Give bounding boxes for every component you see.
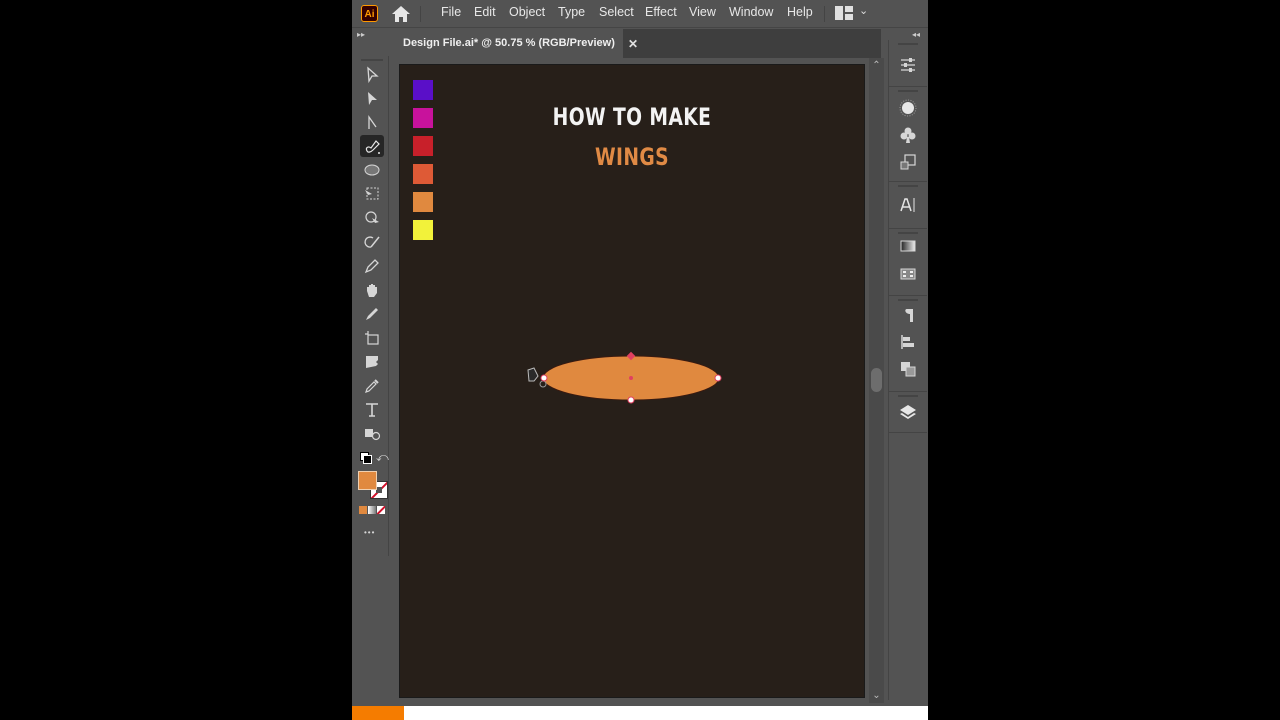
- swatch-yellow[interactable]: [413, 220, 433, 240]
- pen-cursor-icon: [527, 367, 539, 382]
- panel-group: [889, 182, 927, 229]
- panel-group: [889, 296, 927, 392]
- swap-colors-icon[interactable]: ⤺: [376, 450, 389, 465]
- gradient-tool-icon[interactable]: [360, 351, 384, 373]
- swatch-purple[interactable]: [413, 80, 433, 100]
- artboard[interactable]: HOW TO MAKE WINGS: [399, 64, 865, 698]
- eyedropper-tool-icon[interactable]: [360, 375, 384, 397]
- menu-effect[interactable]: Effect: [645, 5, 677, 19]
- scrollbar-thumb[interactable]: [871, 368, 882, 392]
- swatch-orange[interactable]: [413, 192, 433, 212]
- panel-group: [889, 229, 927, 296]
- panel-group: [889, 87, 927, 182]
- illustrator-logo-icon: Ai: [361, 5, 378, 22]
- shape-builder-tool-icon[interactable]: [360, 207, 384, 229]
- hand-tool-icon[interactable]: [360, 279, 384, 301]
- color-mode-button[interactable]: [359, 506, 367, 514]
- direct-selection-tool-icon[interactable]: [360, 88, 384, 110]
- menu-divider: [420, 6, 421, 22]
- pathfinder-icon[interactable]: [898, 359, 918, 379]
- document-tab[interactable]: Design File.ai* @ 50.75 % (RGB/Preview): [395, 29, 623, 58]
- panel-grip[interactable]: [361, 59, 383, 61]
- more-tools-icon[interactable]: •••: [364, 528, 375, 537]
- type-tool-icon[interactable]: [360, 399, 384, 421]
- menu-divider: [824, 6, 825, 22]
- center-point: [629, 376, 633, 380]
- default-colors-icon[interactable]: [360, 452, 372, 464]
- appearance-icon[interactable]: [898, 98, 918, 118]
- artboard-tool-icon[interactable]: [360, 327, 384, 349]
- panel-group: [889, 392, 927, 433]
- menu-window[interactable]: Window: [729, 5, 773, 19]
- curvature-tool-icon[interactable]: [360, 112, 384, 134]
- menu-select[interactable]: Select: [599, 5, 634, 19]
- anchor-point-left: [540, 374, 548, 382]
- panel-grip[interactable]: [898, 185, 918, 187]
- none-mode-button[interactable]: [377, 506, 385, 514]
- illustrator-window: Ai File Edit Object Type Select Effect V…: [352, 0, 928, 720]
- scroll-down-icon[interactable]: ⌄: [869, 690, 884, 701]
- vertical-scrollbar[interactable]: ⌃ ⌄: [869, 58, 884, 703]
- gradient-mode-button[interactable]: [368, 506, 376, 514]
- character-icon[interactable]: [898, 195, 918, 215]
- paintbrush-tool-icon[interactable]: [360, 303, 384, 325]
- artboard-title-line2[interactable]: WINGS: [451, 143, 813, 171]
- transform-icon[interactable]: [898, 152, 918, 172]
- document-tab-bar: Design File.ai* @ 50.75 % (RGB/Preview) …: [395, 29, 881, 58]
- fill-color-swatch[interactable]: [358, 471, 377, 490]
- anchor-point-right: [714, 374, 722, 382]
- menu-object[interactable]: Object: [509, 5, 545, 19]
- properties-icon[interactable]: [898, 55, 918, 75]
- free-transform-tool-icon[interactable]: [360, 183, 384, 205]
- chevron-down-icon[interactable]: ⌄: [859, 4, 868, 17]
- symbol-sprayer-tool-icon[interactable]: [360, 423, 384, 445]
- selected-ellipse[interactable]: [520, 348, 730, 418]
- close-tab-icon[interactable]: ✕: [628, 37, 638, 51]
- panel-group: [889, 40, 927, 87]
- panel-grip[interactable]: [898, 395, 918, 397]
- menu-view[interactable]: View: [689, 5, 716, 19]
- rotate-tool-icon[interactable]: [360, 231, 384, 253]
- menu-bar: Ai File Edit Object Type Select Effect V…: [352, 0, 928, 28]
- collapse-toolbar-icon[interactable]: ▸▸: [357, 30, 365, 39]
- anchor-point-bottom: [627, 396, 635, 404]
- panel-grip[interactable]: [898, 232, 918, 234]
- color-mode-buttons: [359, 506, 385, 515]
- video-progress-bar[interactable]: [352, 706, 928, 720]
- panel-grip[interactable]: [898, 299, 918, 301]
- ellipse-tool-icon[interactable]: [360, 159, 384, 181]
- gradient-panel-icon[interactable]: [898, 236, 918, 256]
- pen-tool-icon[interactable]: [360, 135, 384, 157]
- scroll-up-icon[interactable]: ⌃: [869, 60, 884, 71]
- menu-help[interactable]: Help: [787, 5, 813, 19]
- menu-edit[interactable]: Edit: [474, 5, 496, 19]
- menu-type[interactable]: Type: [558, 5, 585, 19]
- menu-file[interactable]: File: [441, 5, 461, 19]
- layers-icon[interactable]: [898, 402, 918, 422]
- align-icon[interactable]: [898, 332, 918, 352]
- panel-dock: [888, 40, 928, 700]
- swatch-magenta[interactable]: [413, 108, 433, 128]
- symbols-icon[interactable]: [898, 125, 918, 145]
- swatches-icon[interactable]: [898, 264, 918, 284]
- selection-tool-icon[interactable]: [360, 64, 384, 86]
- home-icon[interactable]: [391, 5, 411, 23]
- panel-grip[interactable]: [898, 90, 918, 92]
- canvas-area[interactable]: HOW TO MAKE WINGS: [392, 58, 878, 703]
- collapse-panels-icon[interactable]: ◂◂: [912, 30, 920, 39]
- paragraph-icon[interactable]: [898, 305, 918, 325]
- pencil-tool-icon[interactable]: [360, 255, 384, 277]
- swatch-red[interactable]: [413, 136, 433, 156]
- tools-panel: ⤺ •••: [356, 56, 389, 556]
- artboard-title-line1[interactable]: HOW TO MAKE: [451, 103, 813, 131]
- workspace-switcher-icon[interactable]: [835, 6, 853, 20]
- pen-cursor-plus-icon: [539, 380, 547, 388]
- panel-grip[interactable]: [898, 43, 918, 45]
- video-progress-fill: [352, 706, 404, 720]
- swatch-red-orange[interactable]: [413, 164, 433, 184]
- document-tab-title: Design File.ai* @ 50.75 % (RGB/Preview): [403, 37, 615, 49]
